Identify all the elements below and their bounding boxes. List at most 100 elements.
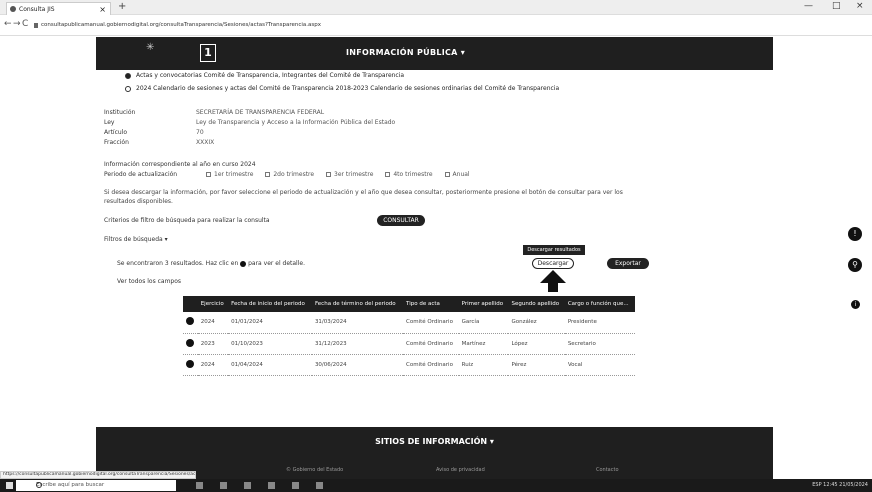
option-calendario-label: 2024 Calendario de sesiones y actas del … <box>136 85 560 92</box>
chrome-icon[interactable] <box>316 482 323 489</box>
checkbox-icon[interactable] <box>385 172 391 177</box>
table-cell: 2024 <box>197 312 229 334</box>
info-icon <box>240 260 247 267</box>
table-cell: González <box>508 312 565 334</box>
field-value: Ley de Transparencia y Acceso a la Infor… <box>196 119 396 126</box>
period-option: 1er trimestre <box>214 171 254 178</box>
footer-contact-link[interactable]: Contacto <box>596 467 619 473</box>
row-detail-cell[interactable] <box>183 312 198 334</box>
table-cell: 2023 <box>197 333 229 355</box>
info-icon[interactable] <box>186 359 194 368</box>
checkbox-icon[interactable] <box>444 172 450 177</box>
results-info-tail: para ver el detalle. <box>248 260 305 267</box>
field-label: Institución <box>104 109 136 116</box>
table-cell: 01/04/2024 <box>228 354 312 376</box>
column-header[interactable]: Tipo de acta <box>403 296 459 312</box>
new-tab-button[interactable]: + <box>118 1 126 12</box>
browser-tab[interactable]: Consulta JIS × <box>6 2 111 15</box>
search-icon <box>36 482 42 488</box>
checkbox-icon[interactable] <box>206 172 211 177</box>
file-explorer-icon[interactable] <box>244 482 251 489</box>
radio-icon[interactable] <box>125 85 131 92</box>
field-value: 70 <box>196 129 204 136</box>
column-header[interactable]: Fecha de inicio del periodo <box>228 296 312 312</box>
period-options: 1er trimestre 2do trimestre 3er trimestr… <box>196 171 470 178</box>
column-header[interactable]: Fecha de término del periodo <box>311 296 404 312</box>
column-header[interactable]: Primer apellido <box>458 296 509 312</box>
info-sites-menu[interactable]: SITIOS DE INFORMACIÓN ▾ <box>96 437 773 446</box>
table-cell: Comité Ordinario <box>403 354 459 376</box>
export-button[interactable]: Exportar <box>607 258 649 269</box>
info-publica-menu[interactable]: INFORMACIÓN PÚBLICA ▾ <box>346 48 465 57</box>
field-value: XXXIX <box>196 139 215 146</box>
site-logo-icon[interactable]: ✳ <box>146 42 154 53</box>
radio-selected-icon[interactable] <box>125 72 131 79</box>
table-cell: 30/06/2024 <box>311 354 404 376</box>
reload-button[interactable]: C <box>22 19 28 29</box>
close-window-button[interactable]: × <box>856 1 864 11</box>
column-header[interactable]: Ejercicio <box>197 296 229 312</box>
tab-close-icon[interactable]: × <box>99 5 106 14</box>
download-tooltip: Descargar resultados <box>523 245 585 255</box>
checkbox-icon[interactable] <box>326 172 331 177</box>
start-menu-icon[interactable] <box>6 482 13 489</box>
system-tray: ESP 12:45 21/05/2024 <box>812 482 868 488</box>
column-header[interactable]: Segundo apellido <box>508 296 565 312</box>
field-label: Ley <box>104 119 115 126</box>
option-actas[interactable]: Actas y convocatorias Comité de Transpar… <box>125 72 404 79</box>
results-info-text: Se encontraron 3 resultados. Haz clic en <box>117 260 239 267</box>
edge-browser-icon[interactable] <box>220 482 227 489</box>
info-icon[interactable] <box>186 317 194 326</box>
table-cell: Comité Ordinario <box>403 312 459 334</box>
see-all-fields-link[interactable]: Ver todos los campos <box>117 278 181 285</box>
mail-icon[interactable] <box>292 482 299 489</box>
results-table: Ejercicio Fecha de inicio del periodo Fe… <box>183 296 635 376</box>
table-cell: Vocal <box>564 354 635 376</box>
download-results-button[interactable]: Descargar <box>532 258 574 269</box>
alert-icon[interactable]: ! <box>848 227 862 241</box>
option-actas-label: Actas y convocatorias Comité de Transpar… <box>136 72 405 79</box>
tab-title: Consulta JIS <box>19 6 55 13</box>
table-cell: Ruiz <box>458 354 509 376</box>
column-header[interactable]: Cargo o función que... <box>564 296 635 312</box>
maximize-button[interactable]: □ <box>832 1 841 11</box>
footer-privacy-link[interactable]: Aviso de privacidad <box>436 467 485 473</box>
option-calendario[interactable]: 2024 Calendario de sesiones y actas del … <box>125 85 559 92</box>
period-option: Anual <box>452 171 470 178</box>
footer-text: © Gobierno del Estado <box>286 467 344 473</box>
field-label: Fracción <box>104 139 129 146</box>
filters-link[interactable]: Filtros de búsqueda ▾ <box>104 236 168 243</box>
info-icon[interactable] <box>186 338 194 347</box>
table-row: 2023 01/10/2023 31/12/2023 Comité Ordina… <box>183 333 635 355</box>
table-cell: 31/03/2024 <box>311 312 404 334</box>
back-button[interactable]: ← <box>4 19 12 29</box>
row-detail-cell[interactable] <box>183 333 198 355</box>
consult-button[interactable]: CONSULTAR <box>377 215 425 226</box>
task-view-icon[interactable] <box>196 482 203 489</box>
taskbar-search[interactable]: Escribe aquí para buscar <box>16 480 176 491</box>
table-cell: Comité Ordinario <box>403 333 459 355</box>
search-criteria-label: Criterios de filtro de búsqueda para rea… <box>104 217 270 224</box>
table-cell: Martínez <box>458 333 509 355</box>
table-row: 2024 01/04/2024 30/06/2024 Comité Ordina… <box>183 354 635 376</box>
info-floating-icon[interactable]: i <box>851 300 860 309</box>
column-header <box>183 296 198 312</box>
arrow-shaft <box>548 282 558 292</box>
row-detail-cell[interactable] <box>183 354 198 376</box>
table-cell: 2024 <box>197 354 229 376</box>
url-field[interactable]: consultapublicamanual.gobiernodigital.or… <box>33 19 803 32</box>
table-header-row: Ejercicio Fecha de inicio del periodo Fe… <box>183 296 635 312</box>
url-text: consultapublicamanual.gobiernodigital.or… <box>41 22 321 28</box>
table-cell: Pérez <box>508 354 565 376</box>
period-option: 3er trimestre <box>334 171 374 178</box>
store-icon[interactable] <box>268 482 275 489</box>
minimize-button[interactable]: — <box>804 1 813 11</box>
favicon-icon <box>10 6 16 12</box>
table-cell: 31/12/2023 <box>311 333 404 355</box>
checkbox-icon[interactable] <box>265 172 271 177</box>
results-info: Se encontraron 3 resultados. Haz clic en… <box>117 260 305 267</box>
browser-tab-bar: Consulta JIS × + — □ × <box>0 0 872 15</box>
table-cell: García <box>458 312 509 334</box>
forward-button[interactable]: → <box>13 19 21 29</box>
accessibility-search-icon[interactable]: ⚲ <box>848 258 862 272</box>
